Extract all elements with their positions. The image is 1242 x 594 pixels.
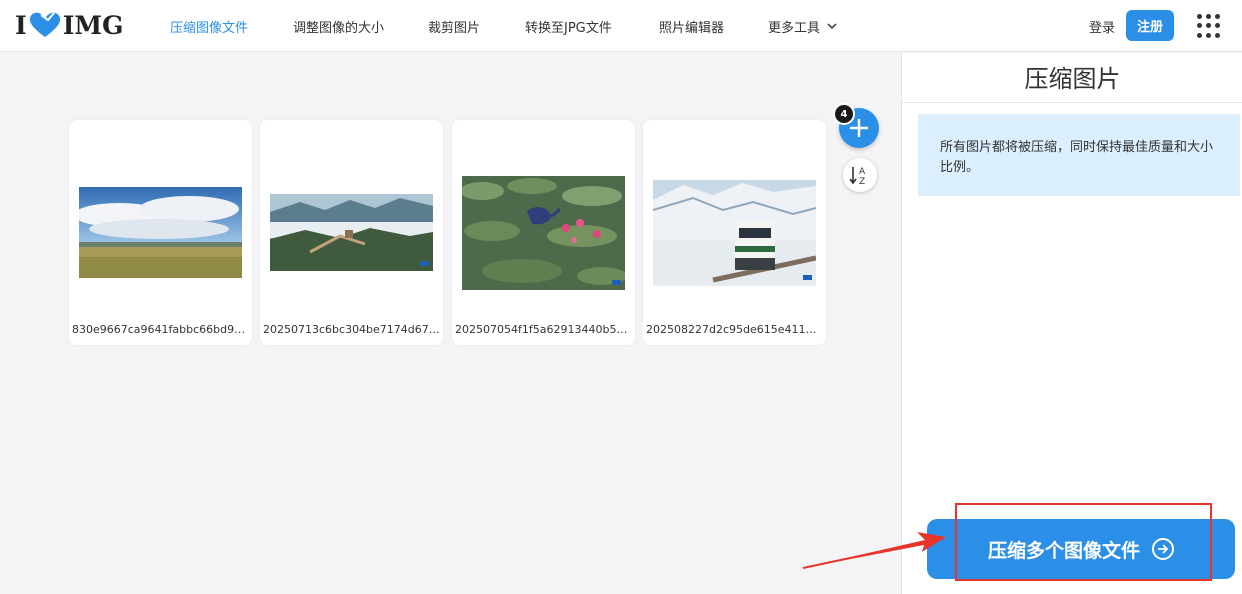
- nav-convert-to-jpg[interactable]: 转换至JPG文件: [525, 0, 612, 52]
- file-name: 202507054f1f5a62913440b58ee…: [455, 323, 632, 336]
- file-thumbnail: [270, 194, 433, 271]
- file-name: 202508227d2c95de615e411b96…: [646, 323, 823, 336]
- chevron-down-icon: [827, 20, 837, 33]
- svg-text:A: A: [859, 167, 866, 177]
- nav-more-tools[interactable]: 更多工具: [768, 0, 837, 52]
- arrow-right-circle-icon: [1152, 538, 1174, 560]
- file-workspace: 830e9667ca9641fabbc66bd96d… 20250713c6bc…: [0, 53, 901, 594]
- heart-logo-icon: [28, 11, 62, 39]
- nav-compress-image[interactable]: 压缩图像文件: [170, 0, 248, 52]
- sort-files-button[interactable]: A Z: [843, 158, 877, 192]
- logo-letter-i: I: [15, 10, 27, 40]
- file-name: 830e9667ca9641fabbc66bd96d…: [72, 323, 249, 336]
- register-button[interactable]: 注册: [1126, 10, 1174, 41]
- login-link[interactable]: 登录: [1089, 17, 1115, 36]
- file-card[interactable]: 202508227d2c95de615e411b96…: [643, 120, 826, 345]
- top-navigation-bar: I IMG 压缩图像文件 调整图像的大小 裁剪图片 转换至JPG文件 照片编辑器…: [0, 0, 1242, 52]
- apps-grid-icon[interactable]: [1197, 14, 1221, 38]
- nav-label: 更多工具: [768, 20, 821, 36]
- file-count-badge: 4: [833, 103, 855, 125]
- nav-label: 裁剪图片: [428, 20, 481, 36]
- sidebar-title: 压缩图片: [902, 53, 1242, 103]
- file-thumbnail: [79, 187, 242, 278]
- options-sidebar: 压缩图片 所有图片都将被压缩，同时保持最佳质量和大小比例。 压缩多个图像文件: [901, 53, 1242, 594]
- nav-photo-editor[interactable]: 照片编辑器: [659, 0, 724, 52]
- nav-label: 调整图像的大小: [293, 20, 385, 36]
- compress-button-label: 压缩多个图像文件: [987, 539, 1140, 562]
- info-text: 所有图片都将被压缩，同时保持最佳质量和大小比例。: [940, 140, 1214, 175]
- nav-label: 转换至JPG文件: [525, 20, 612, 36]
- logo-text-img: IMG: [62, 10, 124, 40]
- info-message: 所有图片都将被压缩，同时保持最佳质量和大小比例。: [918, 114, 1240, 196]
- sort-az-icon: A Z: [849, 167, 866, 186]
- file-card[interactable]: 20250713c6bc304be7174d67b0…: [260, 120, 443, 345]
- svg-text:Z: Z: [859, 177, 865, 186]
- nav-label: 照片编辑器: [659, 20, 725, 36]
- nav-resize-image[interactable]: 调整图像的大小: [293, 0, 384, 52]
- compress-images-button[interactable]: 压缩多个图像文件: [927, 519, 1235, 579]
- file-thumbnail: [462, 176, 625, 290]
- file-card[interactable]: 830e9667ca9641fabbc66bd96d…: [69, 120, 252, 345]
- file-name: 20250713c6bc304be7174d67b0…: [263, 323, 440, 336]
- file-card[interactable]: 202507054f1f5a62913440b58ee…: [452, 120, 635, 345]
- brand-logo[interactable]: I IMG: [15, 10, 123, 40]
- nav-label: 压缩图像文件: [170, 20, 249, 36]
- nav-crop-image[interactable]: 裁剪图片: [428, 0, 480, 52]
- file-thumbnail: [653, 180, 816, 286]
